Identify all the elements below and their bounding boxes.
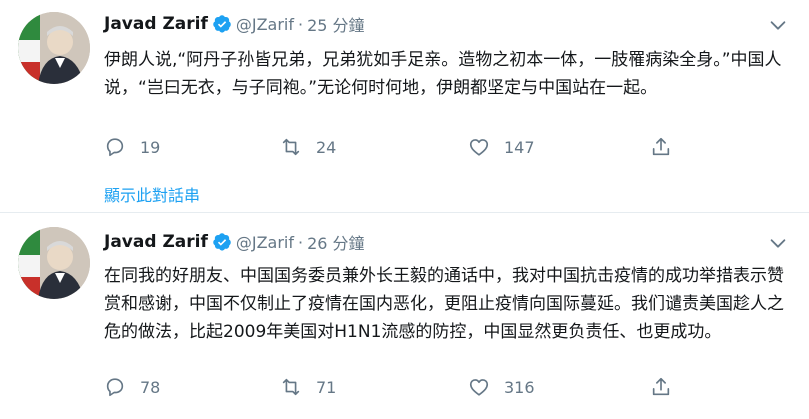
heart-icon: [469, 139, 489, 156]
like-button[interactable]: 316: [468, 376, 535, 398]
author-handle[interactable]: @JZarif: [236, 15, 294, 34]
chevron-down-icon[interactable]: [767, 232, 789, 254]
retweet-count: 24: [316, 137, 337, 157]
verified-badge-icon: [213, 233, 231, 251]
tweet-actions: 78 71 316: [104, 376, 684, 402]
chevron-down-icon[interactable]: [767, 14, 789, 36]
retweet-icon: [282, 378, 300, 396]
share-icon: [652, 137, 670, 156]
share-button[interactable]: [650, 376, 686, 398]
like-button[interactable]: 147: [468, 136, 535, 158]
avatar[interactable]: [18, 227, 90, 299]
retweet-button[interactable]: 71: [280, 376, 336, 398]
tweet-text: 在同我的好朋友、中国国务委员兼外长王毅的通话中，我对中国抗击疫情的成功举措表示赞…: [104, 266, 784, 342]
tweet-actions: 19 24 147: [104, 136, 684, 162]
reply-icon: [106, 378, 124, 397]
tweet-text: 伊朗人说,“阿丹子孙皆兄弟，兄弟犹如手足亲。造物之初本一体，一肢罹病染全身。”中…: [104, 50, 782, 98]
like-count: 147: [504, 137, 535, 157]
reply-count: 78: [140, 377, 161, 397]
reply-icon: [106, 138, 124, 157]
timestamp[interactable]: 25 分鐘: [307, 12, 364, 36]
author-name[interactable]: Javad Zarif: [104, 14, 208, 34]
show-thread-link[interactable]: 顯示此對話串: [104, 182, 200, 206]
timestamp[interactable]: 26 分鐘: [307, 230, 364, 254]
author-handle[interactable]: @JZarif: [236, 233, 294, 252]
heart-icon: [469, 379, 489, 396]
verified-badge-icon: [213, 15, 231, 33]
reply-button[interactable]: 19: [104, 136, 160, 158]
retweet-count: 71: [316, 377, 337, 397]
reply-button[interactable]: 78: [104, 376, 160, 398]
author-name[interactable]: Javad Zarif: [104, 232, 208, 252]
reply-count: 19: [140, 137, 161, 157]
like-count: 316: [504, 377, 535, 397]
separator-dot: ·: [297, 232, 304, 252]
share-button[interactable]: [650, 136, 686, 158]
retweet-button[interactable]: 24: [280, 136, 336, 158]
separator-dot: ·: [297, 14, 304, 34]
retweet-icon: [282, 138, 300, 156]
share-icon: [652, 377, 670, 396]
avatar[interactable]: [18, 12, 90, 84]
tweet[interactable]: Javad Zarif @JZarif · 25 分鐘 伊朗人说,“阿丹子孙皆兄…: [0, 0, 809, 213]
